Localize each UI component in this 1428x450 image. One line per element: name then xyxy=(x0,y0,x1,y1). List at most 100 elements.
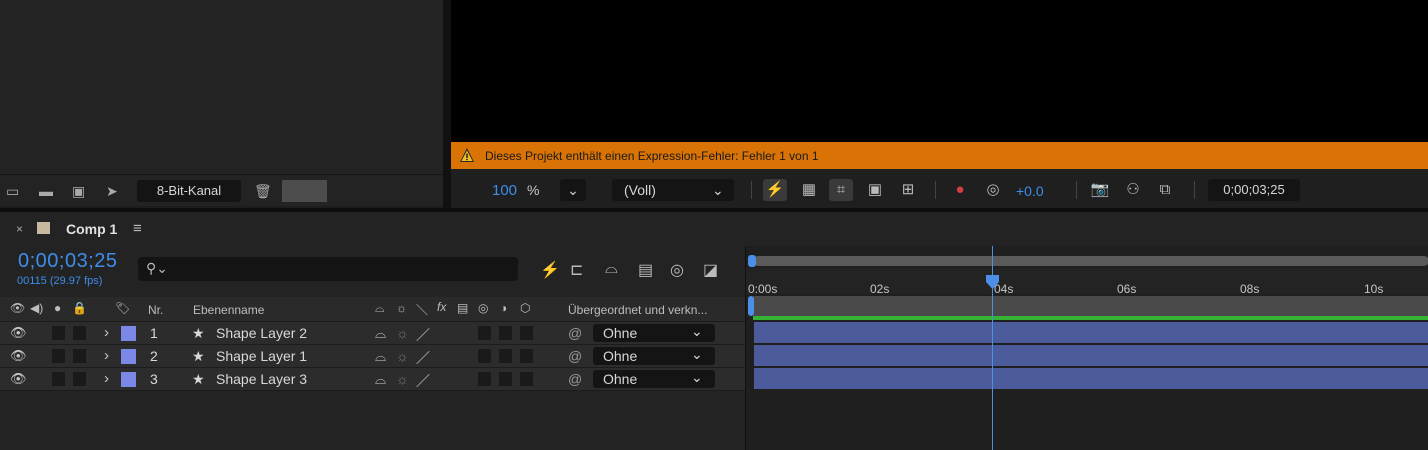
time-navigator[interactable] xyxy=(753,256,1428,266)
switch-box[interactable] xyxy=(520,372,533,386)
zoom-value[interactable]: 100 xyxy=(492,182,517,199)
audio-icon[interactable]: ◀) xyxy=(30,301,43,315)
color-management-icon[interactable]: ◎ xyxy=(981,179,1005,201)
draft-3d-icon[interactable]: ⚡ xyxy=(540,260,560,280)
time-ruler[interactable]: 0:00s 02s 04s 06s 08s 10s xyxy=(746,268,1428,296)
lock-switch[interactable] xyxy=(73,349,86,363)
lock-icon[interactable]: 🔒 xyxy=(72,301,87,315)
label-color-swatch[interactable] xyxy=(121,349,136,364)
switch-box[interactable] xyxy=(499,372,512,386)
work-area-bar[interactable] xyxy=(753,296,1428,318)
lock-switch[interactable] xyxy=(73,326,86,340)
table-row[interactable]: 👁 › 1 ★ Shape Layer 2 ⌓ ☼ ／ @ Ohne ⌄ xyxy=(0,322,745,345)
switch-box[interactable] xyxy=(478,349,491,363)
solo-switch[interactable] xyxy=(52,349,65,363)
collapse-switch-icon[interactable]: ☼ xyxy=(396,348,409,364)
parent-dropdown[interactable]: Ohne ⌄ xyxy=(593,369,715,388)
snapshot-camera-icon[interactable]: 📷 xyxy=(1088,179,1112,201)
table-row[interactable]: 👁 › 3 ★ Shape Layer 3 ⌓ ☼ ／ @ Ohne ⌄ xyxy=(0,368,745,391)
effects-icon[interactable]: fx xyxy=(437,300,446,314)
switch-box[interactable] xyxy=(478,326,491,340)
lock-switch[interactable] xyxy=(73,372,86,386)
label-tag-icon[interactable]: 🏷 xyxy=(115,301,130,315)
eye-icon[interactable]: 👁 xyxy=(10,348,27,364)
chevron-right-icon[interactable]: › xyxy=(104,370,109,387)
shy-icon[interactable]: ⌓ xyxy=(375,301,385,316)
solo-switch[interactable] xyxy=(52,326,65,340)
show-snapshot-icon[interactable]: ⚇ xyxy=(1121,179,1145,201)
motion-blur-icon[interactable]: ◎ xyxy=(670,260,684,280)
quality-icon[interactable]: ＼ xyxy=(416,301,428,318)
switch-box[interactable] xyxy=(520,349,533,363)
label-color-swatch[interactable] xyxy=(121,372,136,387)
shy-layers-icon[interactable]: ⌓ xyxy=(605,260,618,278)
current-time-display[interactable]: 0;00;03;25 xyxy=(18,250,118,273)
resolution-dropdown[interactable]: (Voll) ⌄ xyxy=(612,179,734,201)
layer-name[interactable]: Shape Layer 2 xyxy=(216,325,307,341)
layer-name[interactable]: Shape Layer 1 xyxy=(216,348,307,364)
channels-icon[interactable]: ● xyxy=(948,179,972,201)
table-row[interactable]: 👁 › 2 ★ Shape Layer 1 ⌓ ☼ ／ @ Ohne ⌄ xyxy=(0,345,745,368)
tab-comp-title[interactable]: Comp 1 xyxy=(66,221,117,237)
graph-editor-icon[interactable]: ◪ xyxy=(703,260,718,280)
eye-icon[interactable]: 👁 xyxy=(10,371,27,387)
render-queue-icon[interactable]: ➤ xyxy=(106,183,118,199)
frame-blending-icon[interactable]: ▤ xyxy=(638,260,653,280)
column-number[interactable]: Nr. xyxy=(148,303,163,317)
shy-switch-icon[interactable]: ⌓ xyxy=(375,348,386,365)
solo-icon[interactable]: ● xyxy=(54,301,61,315)
shy-switch-icon[interactable]: ⌓ xyxy=(375,325,386,342)
quality-switch-icon[interactable]: ／ xyxy=(416,371,430,391)
collapse-transform-icon[interactable]: ☼ xyxy=(396,301,407,315)
collapse-switch-icon[interactable]: ☼ xyxy=(396,325,409,341)
shy-switch-icon[interactable]: ⌓ xyxy=(375,371,386,388)
work-area-start-handle[interactable] xyxy=(748,296,754,316)
quality-switch-icon[interactable]: ／ xyxy=(416,325,430,345)
interpret-footage-icon[interactable]: ▭ xyxy=(6,183,19,199)
quality-switch-icon[interactable]: ／ xyxy=(416,348,430,368)
parent-dropdown[interactable]: Ohne ⌄ xyxy=(593,323,715,342)
bit-depth-button[interactable]: 8-Bit-Kanal xyxy=(137,180,241,202)
exposure-value[interactable]: +0.0 xyxy=(1016,183,1044,199)
mask-path-icon[interactable]: ⌗ xyxy=(829,179,853,201)
color-swatch[interactable] xyxy=(282,180,327,202)
parent-dropdown[interactable]: Ohne ⌄ xyxy=(593,346,715,365)
column-layer-name[interactable]: Ebenenname xyxy=(193,303,264,317)
3d-layer-icon[interactable]: ⬡ xyxy=(520,301,530,315)
trash-icon[interactable]: 🗑 xyxy=(254,183,272,199)
timeline-graph-area[interactable]: 0:00s 02s 04s 06s 08s 10s xyxy=(745,246,1428,450)
3d-view-icon[interactable]: ⧉ xyxy=(1153,179,1177,201)
layer-duration-bar[interactable] xyxy=(754,368,1428,389)
composition-viewer[interactable] xyxy=(451,0,1428,142)
eye-icon[interactable]: 👁 xyxy=(10,325,27,341)
close-icon[interactable]: × xyxy=(16,222,23,236)
transparency-grid-icon[interactable]: ▦ xyxy=(797,179,821,201)
new-folder-icon[interactable]: ▬ xyxy=(39,183,53,199)
fast-preview-icon[interactable]: ⚡ xyxy=(763,179,787,201)
chevron-right-icon[interactable]: › xyxy=(104,347,109,364)
switch-box[interactable] xyxy=(478,372,491,386)
navigator-start-handle[interactable] xyxy=(748,255,756,267)
layer-search-input[interactable]: ⚲⌄ xyxy=(138,257,518,281)
label-color-swatch[interactable] xyxy=(121,326,136,341)
adjustment-layer-icon[interactable]: ◑ xyxy=(500,301,507,315)
solo-switch[interactable] xyxy=(52,372,65,386)
expression-error-bar[interactable]: Dieses Projekt enthält einen Expression-… xyxy=(451,142,1428,169)
panel-divider[interactable] xyxy=(443,0,451,210)
panel-menu-icon[interactable]: ≡ xyxy=(133,220,142,237)
video-visibility-icon[interactable]: 👁 xyxy=(10,301,25,315)
viewer-timecode[interactable]: 0;00;03;25 xyxy=(1208,179,1300,201)
switch-box[interactable] xyxy=(520,326,533,340)
pickwhip-icon[interactable]: @ xyxy=(568,348,582,364)
layer-name[interactable]: Shape Layer 3 xyxy=(216,371,307,387)
guides-grid-icon[interactable]: ⊞ xyxy=(896,179,920,201)
collapse-switch-icon[interactable]: ☼ xyxy=(396,371,409,387)
layer-duration-bar[interactable] xyxy=(754,322,1428,343)
column-parent[interactable]: Übergeordnet und verkn... xyxy=(568,303,707,317)
layer-duration-bar[interactable] xyxy=(754,345,1428,366)
frame-blend-icon[interactable]: ▤ xyxy=(457,301,468,315)
motion-blur-column-icon[interactable]: ◎ xyxy=(478,301,488,315)
pickwhip-icon[interactable]: @ xyxy=(568,371,582,387)
switch-box[interactable] xyxy=(499,349,512,363)
chevron-right-icon[interactable]: › xyxy=(104,324,109,341)
